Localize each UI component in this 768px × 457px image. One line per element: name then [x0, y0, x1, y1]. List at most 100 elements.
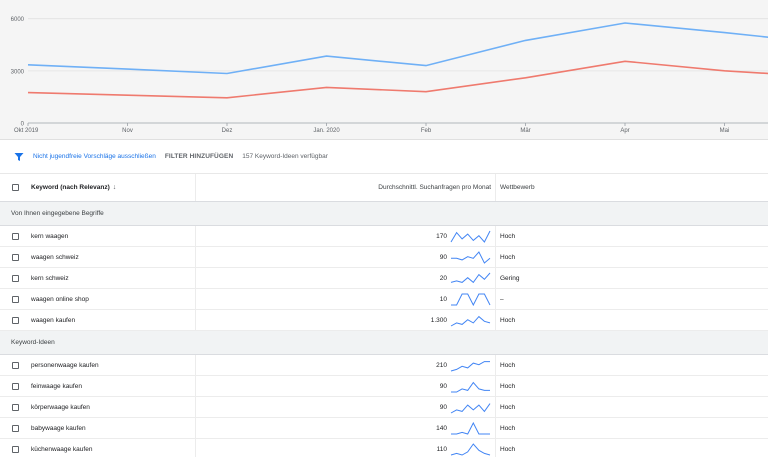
add-filter-button[interactable]: FILTER HINZUFÜGEN	[165, 153, 233, 160]
column-divider	[495, 355, 496, 375]
exclude-adult-filter-chip[interactable]: Nicht jugendfreie Vorschläge ausschließe…	[33, 153, 156, 160]
trend-sparkline	[451, 293, 491, 306]
keyword-cell: küchenwaage kaufen	[31, 445, 93, 453]
keyword-column-header[interactable]: Keyword (nach Relevanz) ↓	[31, 184, 116, 191]
x-tick-label: Okt 2019	[14, 128, 39, 134]
row-checkbox[interactable]	[12, 403, 19, 411]
x-tick-label: Feb	[421, 128, 432, 134]
column-divider	[195, 174, 196, 201]
competition-cell: Hoch	[500, 445, 516, 453]
volume-cell: 110	[436, 445, 447, 453]
y-tick-label: 3000	[11, 69, 25, 75]
trend-sparkline	[450, 361, 490, 372]
group-title: Von Ihnen eingegebene Begriffe	[11, 210, 104, 217]
column-divider	[495, 418, 496, 438]
competition-column-header[interactable]: Wettbewerb	[500, 184, 535, 191]
competition-cell: Hoch	[500, 253, 516, 261]
column-divider	[495, 310, 496, 330]
competition-cell: Gering	[500, 274, 520, 282]
y-tick-label: 0	[21, 122, 25, 128]
column-divider	[195, 376, 196, 396]
table-row[interactable]: körperwaage kaufen 90 Hoch	[0, 397, 768, 418]
keyword-cell: körperwaage kaufen	[31, 403, 90, 411]
competition-cell: Hoch	[500, 382, 516, 390]
x-tick-label: Nov	[122, 128, 133, 134]
x-tick-label: Mai	[720, 128, 730, 134]
trend-sparkline	[450, 403, 491, 414]
volume-cell: 140	[436, 424, 447, 432]
group-header: Von Ihnen eingegebene Begriffe	[0, 202, 768, 226]
keyword-cell: kern schweiz	[31, 274, 69, 282]
volume-cell: 10	[439, 295, 447, 303]
search-volume-chart: 6000 3000 0 Okt 2019 Nov Dez Jan. 2020 Feb Mär Ap…	[0, 0, 768, 140]
table-row[interactable]: waagen kaufen 1.300 Hoch	[0, 310, 768, 331]
keyword-cell: feinwaage kaufen	[31, 382, 82, 390]
keyword-table: Keyword (nach Relevanz) ↓ Durchschnittl. …	[0, 174, 768, 457]
keyword-cell: waagen online shop	[31, 295, 89, 303]
column-divider	[195, 268, 196, 288]
column-divider	[495, 226, 496, 246]
table-row[interactable]: kern waagen 170 Hoch	[0, 226, 768, 247]
keyword-count: 157 Keyword-Ideen verfügbar	[242, 153, 328, 160]
row-checkbox[interactable]	[12, 382, 19, 390]
row-checkbox[interactable]	[12, 361, 19, 369]
keyword-cell: personenwaage kaufen	[31, 361, 99, 369]
keyword-cell: kern waagen	[31, 232, 69, 240]
group-header: Keyword-Ideen	[0, 331, 768, 355]
row-checkbox[interactable]	[12, 295, 19, 303]
series-line-1	[27, 22, 768, 75]
table-header: Keyword (nach Relevanz) ↓ Durchschnittl. …	[0, 174, 768, 202]
y-tick-label: 6000	[11, 17, 25, 23]
trend-sparkline	[451, 251, 491, 264]
column-divider	[195, 247, 196, 267]
volume-column-header[interactable]: Durchschnittl. Suchanfragen pro Monat	[378, 184, 491, 191]
keyword-cell: babywaage kaufen	[31, 424, 86, 432]
column-divider	[195, 355, 196, 375]
trend-sparkline	[450, 272, 491, 284]
competition-cell: Hoch	[500, 403, 516, 411]
trend-chart-svg: 6000 3000 0Okt 2019 Nov Dez Jan. 2020 Feb Mär Ap…	[11, 17, 768, 134]
x-tick-label: Apr	[620, 128, 629, 134]
table-row[interactable]: waagen schweiz 90 Hoch	[0, 247, 768, 268]
table-row[interactable]: kern schweiz 20 Gering	[0, 268, 768, 289]
row-checkbox[interactable]	[12, 445, 19, 453]
column-divider	[495, 289, 496, 309]
filter-icon[interactable]	[14, 152, 24, 162]
trend-sparkline	[451, 422, 490, 435]
keyword-cell: waagen schweiz	[31, 253, 79, 261]
row-checkbox[interactable]	[12, 274, 19, 282]
volume-cell: 90	[439, 253, 447, 261]
table-row[interactable]: küchenwaage kaufen 110 Hoch	[0, 439, 768, 457]
table-row[interactable]: waagen online shop 10 –	[0, 289, 768, 310]
volume-cell: 90	[439, 403, 447, 411]
volume-cell: 210	[436, 361, 447, 369]
sort-arrow-down-icon[interactable]: ↓	[113, 184, 117, 191]
column-divider	[195, 226, 196, 246]
trend-sparkline	[451, 381, 490, 393]
filter-bar: Nicht jugendfreie Vorschläge ausschließe…	[0, 140, 768, 174]
trend-sparkline	[450, 315, 491, 327]
column-divider	[495, 376, 496, 396]
table-row[interactable]: personenwaage kaufen 210 Hoch	[0, 355, 768, 376]
competition-cell: Hoch	[500, 316, 516, 324]
volume-cell: 1.300	[430, 316, 447, 324]
column-divider	[195, 418, 196, 438]
trend-sparkline	[450, 230, 491, 243]
group-title: Keyword-Ideen	[11, 339, 55, 346]
table-row[interactable]: feinwaage kaufen 90 Hoch	[0, 376, 768, 397]
competition-cell: –	[500, 295, 504, 303]
volume-cell: 90	[439, 382, 447, 390]
select-all-checkbox[interactable]	[12, 184, 19, 191]
column-divider	[495, 174, 496, 201]
row-checkbox[interactable]	[12, 316, 19, 324]
x-tick-label: Jan. 2020	[313, 128, 340, 134]
table-body: Von Ihnen eingegebene Begriffe kern waage…	[0, 202, 768, 457]
row-checkbox[interactable]	[12, 232, 19, 240]
row-checkbox[interactable]	[12, 424, 19, 432]
column-divider	[495, 247, 496, 267]
table-row[interactable]: babywaage kaufen 140 Hoch	[0, 418, 768, 439]
column-divider	[495, 268, 496, 288]
row-checkbox[interactable]	[12, 253, 19, 261]
column-divider	[195, 439, 196, 457]
competition-cell: Hoch	[500, 232, 516, 240]
